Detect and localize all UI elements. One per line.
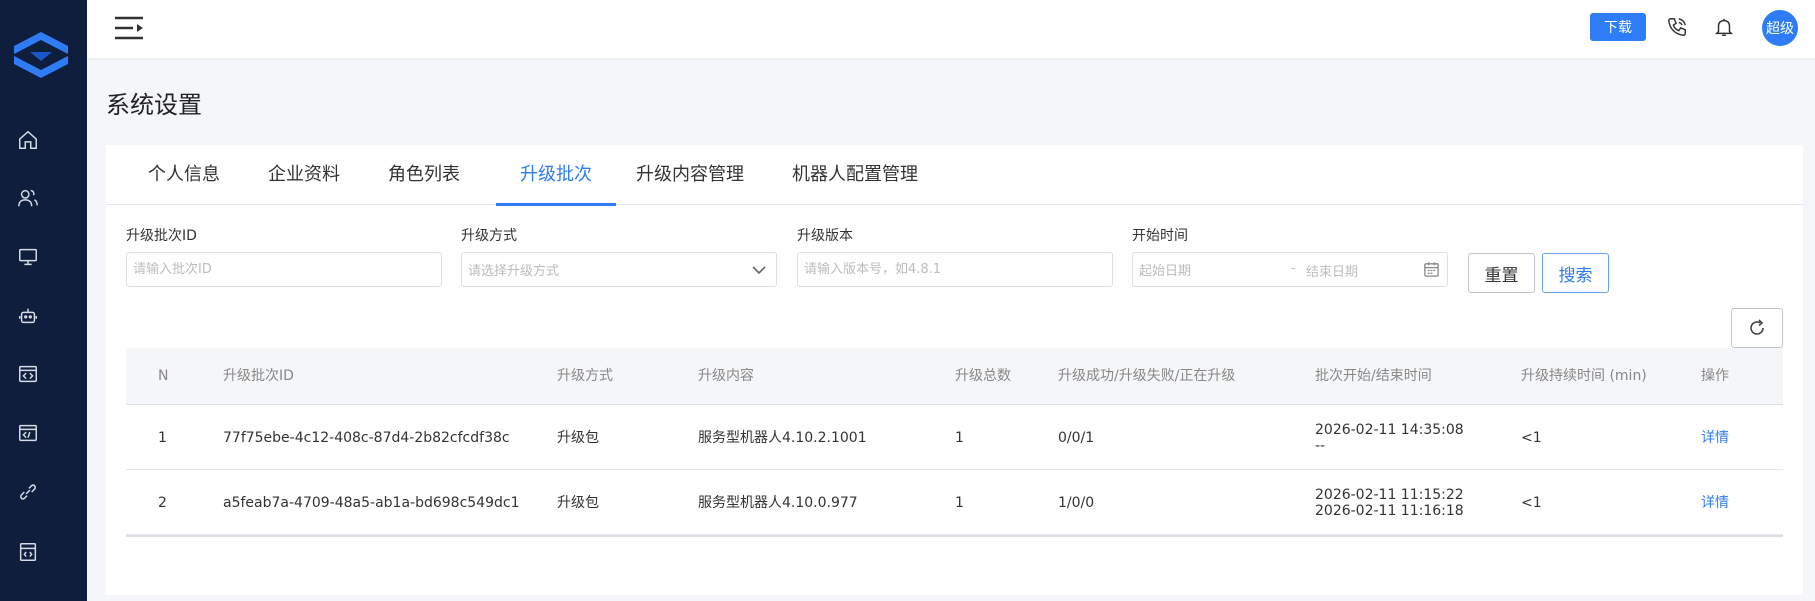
upgrade-method: 升级包 [557,494,599,511]
logo-icon [12,30,70,80]
tab-role-list[interactable]: 角色列表 [388,145,460,205]
start-date-placeholder: 起始日期 [1139,264,1192,279]
refresh-button[interactable] [1731,308,1783,348]
method-placeholder: 请选择升级方式 [468,264,560,279]
column-header: 升级总数 [955,368,1011,384]
table-divider [126,535,1783,537]
robot-icon[interactable] [16,304,40,328]
version-input[interactable] [804,262,1112,277]
row-number: 1 [158,429,167,446]
tab-upgrade-batch[interactable]: 升级批次 [496,145,616,206]
date-separator: - [1291,261,1296,276]
column-header: 升级成功/升级失败/正在升级 [1058,368,1236,384]
upgrade-total: 1 [955,429,964,446]
date-range-picker[interactable]: 起始日期 - 结束日期 [1132,252,1448,287]
batch-id-field[interactable] [126,252,442,287]
search-button[interactable]: 搜索 [1542,253,1609,293]
upgrade-content: 服务型机器人4.10.2.1001 [698,429,867,446]
phone-icon[interactable] [1664,14,1690,40]
code-doc-icon[interactable] [16,540,40,564]
tab-robot-config[interactable]: 机器人配置管理 [790,145,920,205]
start-time: 2026-02-11 11:15:22 [1315,486,1464,503]
batch-id-input[interactable] [133,262,441,277]
home-icon[interactable] [16,128,40,152]
table-row: 2 a5feab7a-4709-48a5-ab1a-bd698c549dc1 升… [126,470,1783,535]
upgrade-content: 服务型机器人4.10.0.977 [698,494,858,511]
top-header: 下载 超级 [87,0,1815,58]
column-header: 升级内容 [698,368,754,384]
table-header: N 升级批次ID 升级方式 升级内容 升级总数 升级成功/升级失败/正在升级 批… [126,348,1783,405]
upgrade-status: 1/0/0 [1058,494,1095,511]
download-button[interactable]: 下载 [1590,13,1646,41]
code-file-icon[interactable] [16,421,40,445]
table-row: 1 77f75ebe-4c12-408c-87d4-2b82cfcdf38c 升… [126,405,1783,470]
version-label: 升级版本 [797,228,853,244]
batch-time: 2026-02-11 14:35:08 -- [1315,405,1464,470]
duration: <1 [1521,494,1542,511]
menu-toggle-icon[interactable] [113,14,145,42]
upgrade-total: 1 [955,494,964,511]
column-header: 操作 [1701,368,1729,384]
users-icon[interactable] [16,186,40,210]
calendar-icon [1423,261,1441,279]
batch-id-label: 升级批次ID [126,228,197,244]
settings-card: 个人信息 企业资料 角色列表 升级批次 升级内容管理 机器人配置管理 升级批次I… [106,145,1803,595]
monitor-icon[interactable] [16,245,40,269]
end-time: 2026-02-11 11:16:18 [1315,502,1464,519]
tab-upgrade-content[interactable]: 升级内容管理 [635,145,745,205]
upgrade-method: 升级包 [557,429,599,446]
end-date-placeholder: 结束日期 [1306,265,1359,280]
start-time: 2026-02-11 14:35:08 [1315,421,1464,438]
upgrade-batch-table: N 升级批次ID 升级方式 升级内容 升级总数 升级成功/升级失败/正在升级 批… [126,348,1783,537]
column-header: 升级持续时间 (min) [1521,368,1647,384]
details-link[interactable]: 详情 [1701,405,1729,470]
avatar[interactable]: 超级 [1762,10,1798,46]
sidebar [0,0,87,601]
method-select[interactable]: 请选择升级方式 [461,252,777,287]
bell-icon[interactable] [1711,14,1737,40]
column-header: 升级方式 [557,368,613,384]
details-link[interactable]: 详情 [1701,470,1729,535]
reset-button[interactable]: 重置 [1468,253,1535,293]
refresh-icon [1750,319,1764,335]
version-field[interactable] [797,252,1113,287]
end-time: -- [1315,437,1326,454]
tab-personal-info[interactable]: 个人信息 [148,145,220,205]
duration: <1 [1521,429,1542,446]
tab-company-profile[interactable]: 企业资料 [268,145,340,205]
method-label: 升级方式 [461,228,517,244]
page-title: 系统设置 [106,91,202,119]
upgrade-status: 0/0/1 [1058,429,1095,446]
tab-bar: 个人信息 企业资料 角色列表 升级批次 升级内容管理 机器人配置管理 [106,145,1803,206]
start-time-label: 开始时间 [1132,228,1188,244]
link-icon[interactable] [16,480,40,504]
column-header: 升级批次ID [223,368,294,384]
column-header: 批次开始/结束时间 [1315,368,1432,384]
batch-id: 77f75ebe-4c12-408c-87d4-2b82cfcdf38c [223,429,510,446]
batch-id: a5feab7a-4709-48a5-ab1a-bd698c549dc1 [223,494,520,511]
code-window-icon[interactable] [16,362,40,386]
batch-time: 2026-02-11 11:15:22 2026-02-11 11:16:18 [1315,470,1464,535]
column-header: N [158,368,169,384]
chevron-down-icon [750,261,768,279]
row-number: 2 [158,494,167,511]
